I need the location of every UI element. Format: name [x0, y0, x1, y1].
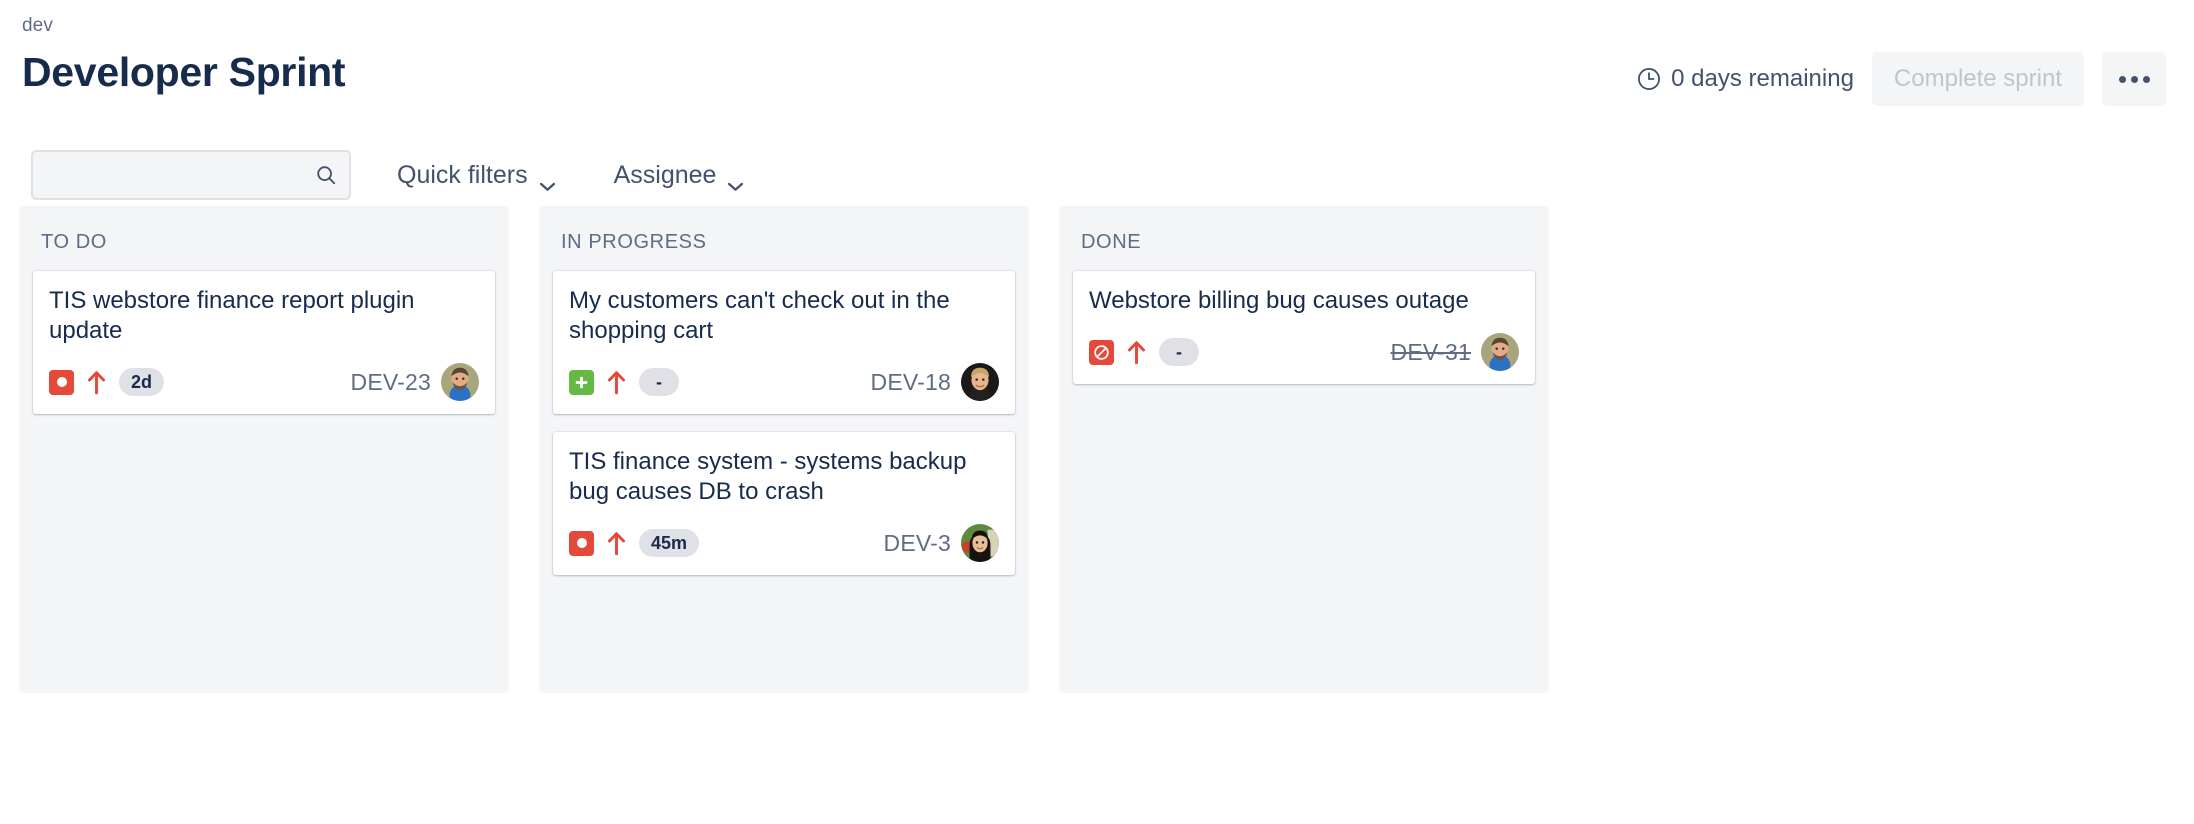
issue-card-footer: - DEV-18 — [569, 363, 999, 401]
time-estimate-badge[interactable]: - — [1159, 338, 1199, 366]
board-column-to-do: TO DO TIS webstore finance report plugin … — [19, 206, 509, 693]
assignee-label: Assignee — [614, 161, 717, 190]
avatar[interactable] — [441, 363, 479, 401]
days-remaining: 0 days remaining — [1636, 65, 1854, 93]
bug-icon — [49, 370, 74, 395]
assignee-dropdown[interactable]: Assignee — [602, 153, 757, 198]
issue-identity: DEV-3 — [884, 524, 999, 562]
issue-card[interactable]: TIS finance system - systems backup bug … — [553, 432, 1015, 575]
board-header: dev Developer Sprint 0 days remaining Co… — [0, 0, 2194, 150]
issue-card-footer: - DEV-31 — [1089, 333, 1519, 371]
chevron-down-icon — [727, 170, 744, 181]
board-column-in-progress: IN PROGRESS My customers can't check out … — [539, 206, 1029, 693]
breadcrumb-item-dev[interactable]: dev — [22, 15, 53, 36]
issue-identity: DEV-31 — [1391, 333, 1519, 371]
issue-identity: DEV-23 — [351, 363, 479, 401]
bug-icon-dot — [577, 538, 587, 548]
priority-high-arrow-up-icon — [607, 531, 626, 556]
column-header: DONE — [1073, 222, 1535, 271]
quick-filters-dropdown[interactable]: Quick filters — [385, 153, 568, 198]
priority-high-arrow-up-icon — [607, 370, 626, 395]
issue-summary: Webstore billing bug causes outage — [1089, 286, 1519, 316]
issue-identity: DEV-18 — [871, 363, 999, 401]
issue-summary: My customers can't check out in the shop… — [569, 286, 999, 346]
avatar[interactable] — [961, 524, 999, 562]
avatar[interactable] — [961, 363, 999, 401]
complete-sprint-button[interactable]: Complete sprint — [1872, 52, 2084, 106]
issue-meta: 2d — [49, 368, 164, 396]
ellipsis-dot-icon — [2143, 76, 2150, 83]
issue-summary: TIS webstore finance report plugin updat… — [49, 286, 479, 346]
time-estimate-badge[interactable]: 2d — [119, 368, 164, 396]
issue-card[interactable]: TIS webstore finance report plugin updat… — [33, 271, 495, 414]
priority-high-arrow-up-icon — [1127, 340, 1146, 365]
board-column-done: DONE Webstore billing bug causes outage - D… — [1059, 206, 1549, 693]
time-estimate-badge[interactable]: - — [639, 368, 679, 396]
priority-high-arrow-up-icon — [87, 370, 106, 395]
breadcrumb: dev — [22, 14, 2166, 38]
quick-filters-label: Quick filters — [397, 161, 528, 190]
bug-resolved-slash-icon — [1089, 340, 1114, 365]
ellipsis-dot-icon — [2119, 76, 2126, 83]
clock-icon — [1636, 66, 1662, 92]
issue-key[interactable]: DEV-31 — [1391, 339, 1471, 366]
issue-card-footer: 45m DEV-3 — [569, 524, 999, 562]
story-plus-icon — [569, 370, 594, 395]
board-more-actions-button[interactable] — [2102, 52, 2166, 106]
search-input[interactable] — [31, 150, 351, 200]
issue-meta: - — [1089, 338, 1199, 366]
avatar[interactable] — [1481, 333, 1519, 371]
chevron-down-icon — [539, 170, 556, 181]
issue-key[interactable]: DEV-18 — [871, 369, 951, 396]
issue-summary: TIS finance system - systems backup bug … — [569, 447, 999, 507]
column-header: TO DO — [33, 222, 495, 271]
search-container — [31, 150, 351, 200]
issue-card-footer: 2d DEV-23 — [49, 363, 479, 401]
board-columns: TO DO TIS webstore finance report plugin … — [0, 206, 2194, 693]
bug-icon-dot — [57, 377, 67, 387]
issue-key[interactable]: DEV-23 — [351, 369, 431, 396]
days-remaining-label: 0 days remaining — [1671, 65, 1854, 93]
issue-card[interactable]: My customers can't check out in the shop… — [553, 271, 1015, 414]
issue-meta: - — [569, 368, 679, 396]
ellipsis-dot-icon — [2131, 76, 2138, 83]
issue-key[interactable]: DEV-3 — [884, 530, 951, 557]
bug-icon — [569, 531, 594, 556]
time-estimate-badge[interactable]: 45m — [639, 529, 699, 557]
header-actions: 0 days remaining Complete sprint — [1636, 52, 2166, 106]
issue-card[interactable]: Webstore billing bug causes outage - DEV-3… — [1073, 271, 1535, 384]
filter-bar: Quick filters Assignee — [0, 144, 2194, 206]
column-header: IN PROGRESS — [553, 222, 1015, 271]
issue-meta: 45m — [569, 529, 699, 557]
